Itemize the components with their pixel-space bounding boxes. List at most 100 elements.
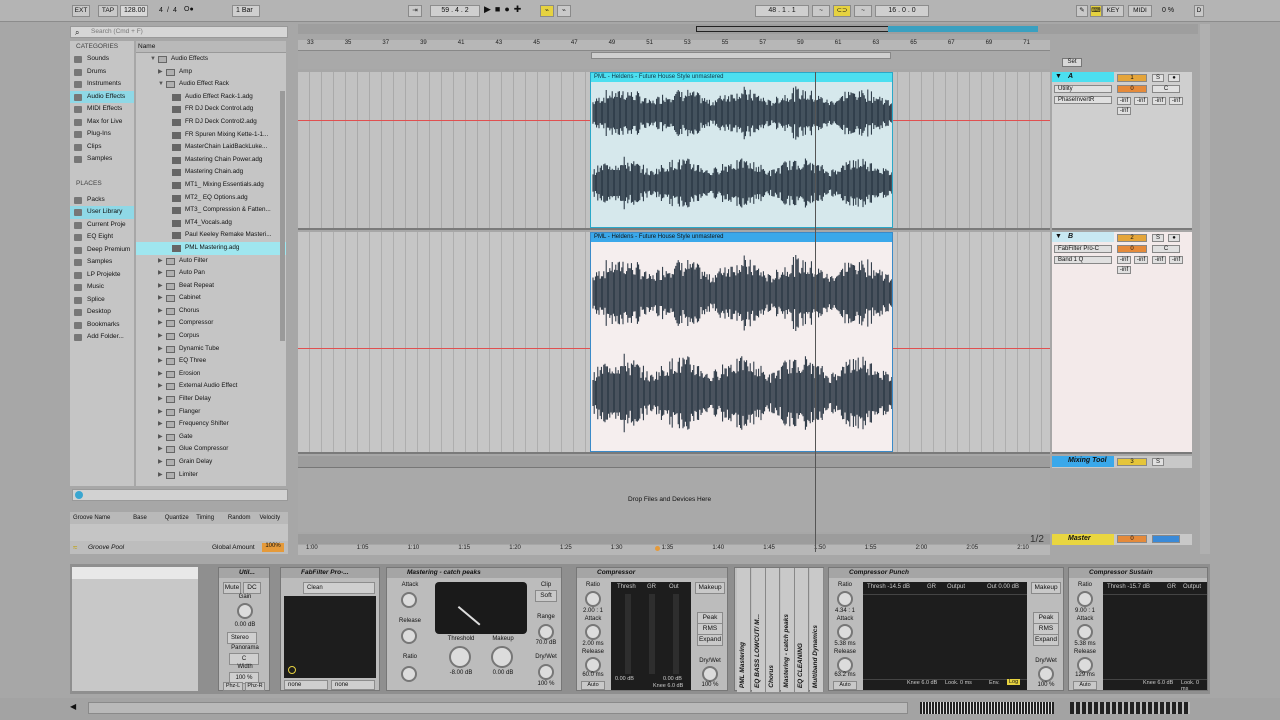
compressor-title[interactable]: Compressor (577, 568, 727, 578)
comp-expand-button[interactable]: Expand (697, 634, 723, 646)
track-a-send5[interactable]: -inf (1117, 107, 1131, 115)
master-lane[interactable] (298, 534, 1050, 544)
clip-a-title[interactable]: PML - Heldens - Future House Style unmas… (591, 73, 892, 82)
overview-bar[interactable] (298, 24, 1198, 34)
time-sig-den[interactable]: 4 (173, 7, 177, 14)
clip-b[interactable]: PML - Heldens - Future House Style unmas… (590, 232, 893, 452)
track-a-send4[interactable]: -inf (1169, 97, 1183, 105)
key-map-button[interactable]: KEY (1102, 5, 1124, 17)
groove-column-header[interactable]: Groove Name (70, 512, 130, 524)
browser-item[interactable]: MT2_ EQ Options.adg (136, 192, 286, 205)
follow-button[interactable]: ⇥ (408, 5, 422, 17)
transport-buttons[interactable]: ▶■●✚ (484, 4, 525, 15)
expand-arrow-icon[interactable]: ▶ (158, 418, 163, 431)
category-item[interactable]: Plug-Ins (70, 128, 134, 141)
browser-item[interactable]: ▶ Erosion (136, 368, 286, 381)
place-item[interactable]: LP Projekte (70, 269, 134, 282)
track-a-device-chooser[interactable]: Utility (1054, 85, 1112, 93)
sustain-ratio-knob[interactable] (1077, 591, 1093, 607)
track-b-lane[interactable]: PML - Heldens - Future House Style unmas… (298, 232, 1050, 454)
groove-column-header[interactable]: Base (130, 512, 162, 524)
browser-item[interactable]: ▶ Cabinet (136, 292, 286, 305)
browser-item[interactable]: Mastering Chain Power.adg (136, 154, 286, 167)
mixing-tool-lane[interactable] (298, 456, 1050, 468)
place-item[interactable]: Samples (70, 256, 134, 269)
phase-left[interactable]: Phz-L (223, 682, 243, 691)
track-a-name[interactable]: A (1068, 73, 1073, 80)
browser-item[interactable]: ▶ Auto Pan (136, 267, 286, 280)
sustain-attack-knob[interactable] (1077, 624, 1093, 640)
track-b-param-chooser[interactable]: Band 1 Q (1054, 256, 1112, 264)
place-item[interactable]: Bookmarks (70, 319, 134, 332)
browser-item[interactable]: MasterChain LaidBackLuke... (136, 141, 286, 154)
punch-log[interactable]: Log (1007, 679, 1021, 685)
track-a-pan[interactable]: C (1152, 85, 1180, 93)
rack-chain-item[interactable]: Multiband Dynamics (809, 568, 824, 692)
knee-value[interactable]: Knee 6.0 dB (653, 683, 683, 689)
expand-arrow-icon[interactable]: ▶ (158, 406, 163, 419)
sustain-knee[interactable]: Knee 6.0 dB (1143, 680, 1173, 686)
punch-drywet-knob[interactable] (1038, 666, 1054, 682)
punch-env[interactable]: Env. (989, 680, 1000, 686)
track-b-name[interactable]: B (1068, 233, 1073, 240)
expand-arrow-icon[interactable]: ▶ (158, 330, 163, 343)
master-name[interactable]: Master (1068, 535, 1091, 542)
time-sig-num[interactable]: 4 (159, 7, 163, 14)
punch-out-button[interactable]: ~ (854, 5, 872, 17)
track-b-activator[interactable]: 2 (1117, 234, 1147, 242)
position-field[interactable]: 59 . 4 . 2 (430, 5, 480, 17)
loop-draw-button[interactable]: ⌁ (540, 5, 554, 17)
mastering-title[interactable]: Mastering - catch peaks (387, 568, 561, 578)
track-overview[interactable] (920, 702, 1054, 714)
fold-icon[interactable]: ▼ (1055, 73, 1062, 80)
track-b-device-chooser[interactable]: FabFilter Pro-C (1054, 245, 1112, 253)
place-item[interactable]: Desktop (70, 306, 134, 319)
browser-item[interactable]: ▶ External Audio Effect (136, 380, 286, 393)
category-item[interactable]: Clips (70, 141, 134, 154)
info-toggle-icon[interactable]: ◀ (70, 702, 80, 714)
expand-arrow-icon[interactable]: ▼ (150, 53, 156, 66)
metronome-button[interactable]: O● (184, 6, 202, 13)
groove-column-header[interactable]: Timing (193, 512, 225, 524)
track-b-send3[interactable]: -inf (1152, 256, 1166, 264)
browser-item[interactable]: ▼ Audio Effect Rack (136, 78, 286, 91)
expand-arrow-icon[interactable]: ▶ (158, 343, 163, 356)
category-item[interactable]: Drums (70, 66, 134, 79)
expand-arrow-icon[interactable]: ▶ (158, 255, 163, 268)
utility-title[interactable]: Util... (219, 568, 269, 578)
fabfilter-display[interactable] (284, 596, 376, 678)
browser-item[interactable]: ▼ Audio Effects (136, 53, 286, 66)
browser-item[interactable]: ▶ Gate (136, 431, 286, 444)
browser-item[interactable]: FR Spuren Mixing Kette-1-1... (136, 129, 286, 142)
preview-bar[interactable] (72, 489, 288, 501)
threshold-knob[interactable] (449, 646, 471, 668)
browser-item[interactable]: ▶ Limiter (136, 469, 286, 482)
gain-knob[interactable] (237, 603, 253, 619)
mixing-tool-solo[interactable]: S (1152, 458, 1164, 466)
browser-item[interactable]: MT3_ Compression & Fatten... (136, 204, 286, 217)
punch-title[interactable]: Compressor Punch (829, 568, 1063, 578)
clip-a[interactable]: PML - Heldens - Future House Style unmas… (590, 72, 893, 228)
browser-item[interactable]: ▶ Auto Filter (136, 255, 286, 268)
expand-arrow-icon[interactable]: ▶ (158, 317, 163, 330)
ratio-knob[interactable] (401, 666, 417, 682)
beat-ruler[interactable]: 33 35 37 39 41 43 45 47 49 51 53 55 57 59 61 63 65 67 69 71 (298, 40, 1050, 51)
browser-item[interactable]: MT1_ Mixing Essentials.adg (136, 179, 286, 192)
track-a-volume[interactable]: 0 (1117, 85, 1147, 93)
sustain-release-knob[interactable] (1077, 657, 1093, 673)
punch-expand-button[interactable]: Expand (1033, 634, 1059, 646)
browser-scrollbar[interactable] (280, 91, 285, 341)
track-b-volume[interactable]: 0 (1117, 245, 1147, 253)
expand-arrow-icon[interactable]: ▶ (158, 443, 163, 456)
soft-clip-button[interactable]: Soft (535, 590, 557, 602)
ext-sync-button[interactable]: EXT (72, 5, 90, 17)
category-item[interactable]: Samples (70, 153, 134, 166)
right-scrollbar[interactable] (1200, 24, 1210, 554)
track-a-title-bar[interactable]: ▼ A (1052, 72, 1114, 82)
automation-arm-button[interactable]: ⌁ (557, 5, 571, 17)
groove-column-header[interactable]: Quantize (162, 512, 194, 524)
category-item[interactable]: Sounds (70, 53, 134, 66)
browser-item[interactable]: ▶ Glue Compressor (136, 443, 286, 456)
category-item[interactable]: Audio Effects (70, 90, 134, 103)
place-item[interactable]: Packs (70, 194, 134, 207)
